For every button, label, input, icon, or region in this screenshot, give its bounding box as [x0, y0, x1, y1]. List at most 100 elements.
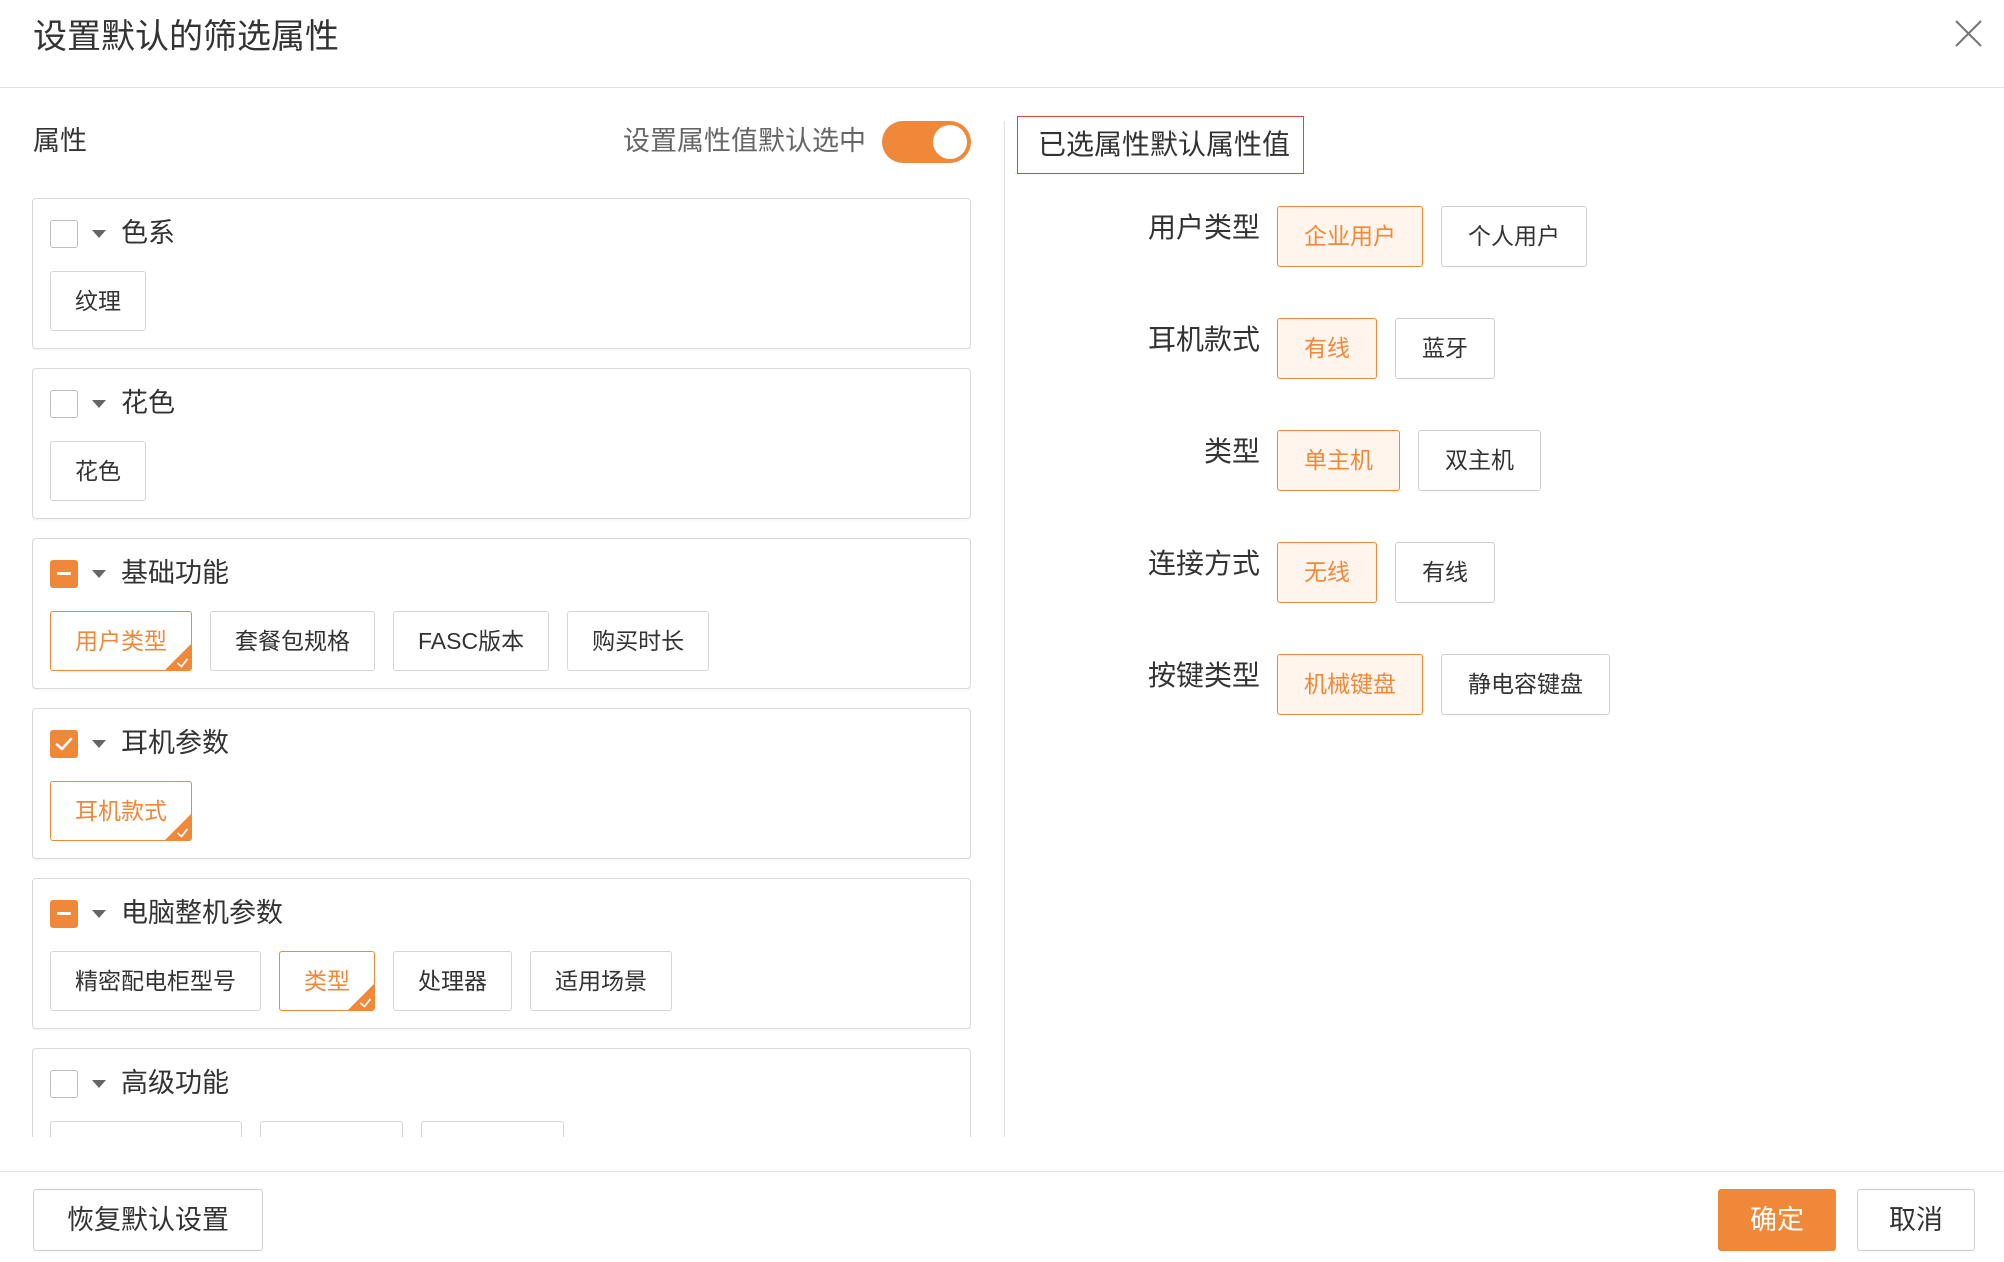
group-checkbox[interactable] [50, 730, 78, 758]
default-select-toggle[interactable] [882, 121, 971, 163]
tag-label: 用户类型 [75, 628, 167, 654]
group-checkbox[interactable] [50, 1070, 78, 1098]
selected-check-icon [165, 814, 191, 840]
tag-label: 购买时长 [592, 628, 685, 654]
tag-list: 精密配电柜型号 类型 处理器 适用场景 [50, 951, 672, 1011]
option-button[interactable]: 静电容键盘 [1441, 654, 1610, 715]
default-value-rows: 用户类型 企业用户 个人用户 耳机款式 有线 蓝牙 类型 单主机 双主机 连接方… [1017, 206, 1977, 766]
tag-label: 耳机款式 [75, 798, 167, 824]
attribute-tag[interactable]: 用户类型 [50, 611, 192, 671]
row-label: 耳机款式 [1147, 324, 1260, 355]
restore-defaults-button[interactable]: 恢复默认设置 [33, 1189, 263, 1251]
check-icon [55, 737, 73, 751]
option-button[interactable]: 无线 [1277, 542, 1377, 603]
group-label: 基础功能 [121, 558, 229, 588]
option-button[interactable]: 单主机 [1277, 430, 1400, 491]
dialog-header: 设置默认的筛选属性 [0, 0, 2004, 88]
default-value-row: 类型 单主机 双主机 [1017, 430, 1977, 491]
row-label: 按键类型 [1147, 660, 1260, 691]
tag-list: 花色 [50, 441, 146, 501]
tag-label: 纹理 [75, 288, 121, 314]
option-list: 无线 有线 [1277, 542, 1495, 603]
caret-down-icon[interactable] [92, 570, 106, 578]
toggle-knob [933, 125, 967, 159]
attribute-group: 花色 花色 [32, 368, 971, 519]
attribute-tag[interactable]: 处理器 [393, 951, 512, 1011]
tag-label: 类型 [304, 968, 350, 994]
tag-label: 精密配电柜型号 [75, 968, 236, 994]
attribute-tag[interactable]: 精密配电柜型号 [50, 951, 261, 1011]
tag-label: 适用场景 [555, 968, 647, 994]
tag-label: 花色 [75, 458, 121, 484]
caret-down-icon[interactable] [92, 230, 106, 238]
row-label: 类型 [1203, 436, 1260, 467]
attribute-tag[interactable] [421, 1121, 564, 1137]
panel-divider [1004, 121, 1005, 1137]
group-label: 花色 [121, 388, 175, 418]
group-checkbox[interactable] [50, 560, 78, 588]
attribute-group: 耳机参数 耳机款式 [32, 708, 971, 859]
tag-label: 处理器 [418, 968, 487, 994]
attribute-group: 电脑整机参数 精密配电柜型号 类型 处理器 适用场景 [32, 878, 971, 1029]
option-button[interactable]: 有线 [1395, 542, 1495, 603]
tag-label: 套餐包规格 [235, 628, 350, 654]
attribute-tag[interactable] [50, 1121, 242, 1137]
group-label: 耳机参数 [121, 728, 229, 758]
tag-list: 耳机款式 [50, 781, 192, 841]
attribute-tag[interactable]: FASC版本 [393, 611, 550, 671]
default-select-toggle-label: 设置属性值默认选中 [623, 126, 866, 156]
minus-icon [51, 561, 77, 587]
attribute-tag[interactable]: 花色 [50, 441, 146, 501]
caret-down-icon[interactable] [92, 400, 106, 408]
group-checkbox[interactable] [50, 220, 78, 248]
caret-down-icon[interactable] [92, 1080, 106, 1088]
attribute-group-list[interactable]: 色系 纹理 花色 花色 基础功能 用户类型 套餐包规格 FASC版本 购买时长 … [32, 198, 971, 1137]
attribute-tag[interactable] [260, 1121, 403, 1137]
option-button[interactable]: 有线 [1277, 318, 1377, 379]
close-icon[interactable] [1953, 18, 1984, 49]
option-button[interactable]: 个人用户 [1441, 206, 1587, 267]
tag-label: FASC版本 [418, 628, 525, 654]
footer-divider [0, 1171, 2004, 1172]
group-label: 高级功能 [121, 1068, 229, 1098]
attribute-tag[interactable]: 纹理 [50, 271, 146, 331]
dialog-title: 设置默认的筛选属性 [33, 18, 339, 56]
selected-check-icon [165, 644, 191, 670]
cancel-button[interactable]: 取消 [1857, 1189, 1975, 1251]
attribute-group: 高级功能 [32, 1048, 971, 1137]
option-list: 单主机 双主机 [1277, 430, 1541, 491]
tag-list [50, 1121, 564, 1137]
group-checkbox[interactable] [50, 390, 78, 418]
option-button[interactable]: 企业用户 [1277, 206, 1423, 267]
attribute-group: 色系 纹理 [32, 198, 971, 349]
group-checkbox[interactable] [50, 900, 78, 928]
attribute-tag[interactable]: 适用场景 [530, 951, 672, 1011]
tag-list: 用户类型 套餐包规格 FASC版本 购买时长 [50, 611, 710, 671]
attribute-tag[interactable]: 类型 [279, 951, 375, 1011]
attribute-tag[interactable]: 套餐包规格 [210, 611, 375, 671]
option-button[interactable]: 机械键盘 [1277, 654, 1423, 715]
option-button[interactable]: 蓝牙 [1395, 318, 1495, 379]
option-list: 机械键盘 静电容键盘 [1277, 654, 1610, 715]
attribute-tag[interactable]: 购买时长 [567, 611, 710, 671]
row-label: 连接方式 [1147, 548, 1260, 579]
group-label: 电脑整机参数 [121, 898, 283, 928]
caret-down-icon[interactable] [92, 910, 106, 918]
default-value-row: 用户类型 企业用户 个人用户 [1017, 206, 1977, 267]
attribute-tag[interactable]: 耳机款式 [50, 781, 192, 841]
attributes-heading: 属性 [33, 126, 87, 156]
default-value-row: 连接方式 无线 有线 [1017, 542, 1977, 603]
group-label: 色系 [121, 218, 175, 248]
tag-list: 纹理 [50, 271, 146, 331]
selected-check-icon [348, 984, 374, 1010]
default-value-row: 按键类型 机械键盘 静电容键盘 [1017, 654, 1977, 715]
option-button[interactable]: 双主机 [1418, 430, 1541, 491]
confirm-button[interactable]: 确定 [1718, 1189, 1836, 1251]
attribute-group: 基础功能 用户类型 套餐包规格 FASC版本 购买时长 [32, 538, 971, 689]
minus-icon [51, 901, 77, 927]
option-list: 企业用户 个人用户 [1277, 206, 1587, 267]
selected-defaults-heading: 已选属性默认属性值 [1017, 116, 1304, 174]
default-value-row: 耳机款式 有线 蓝牙 [1017, 318, 1977, 379]
row-label: 用户类型 [1147, 212, 1260, 243]
caret-down-icon[interactable] [92, 740, 106, 748]
